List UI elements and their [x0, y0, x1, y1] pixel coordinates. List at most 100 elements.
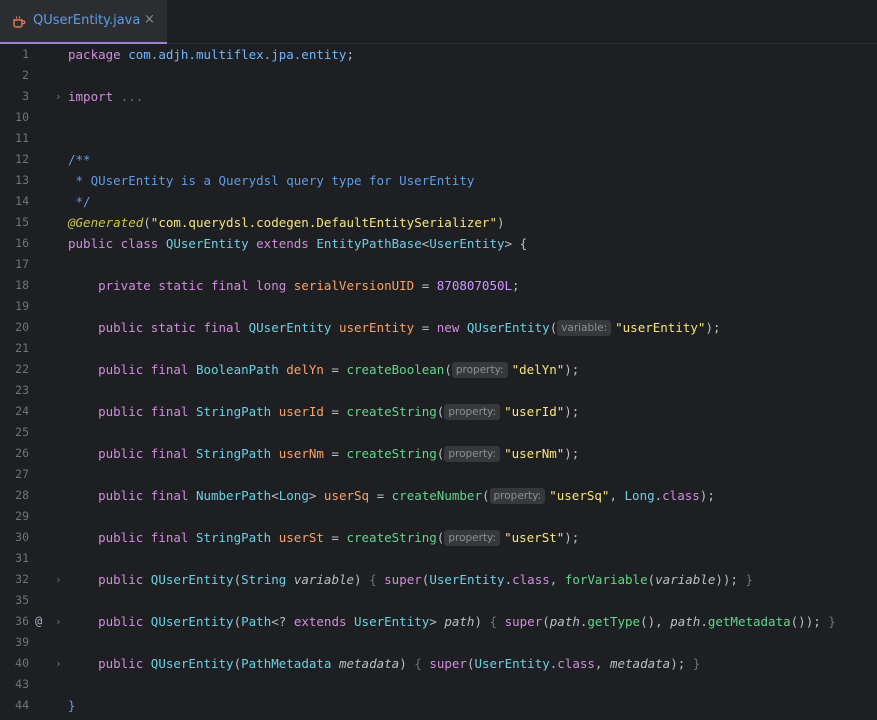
code-token: userSt	[278, 530, 324, 545]
close-icon[interactable]: ×	[144, 12, 155, 27]
code-line[interactable]: 12 /**	[0, 149, 877, 170]
code-line[interactable]: 11	[0, 128, 877, 149]
code-line[interactable]: 44}	[0, 695, 877, 716]
tab-quserentity-java[interactable]: QUserEntity.java ×	[0, 0, 167, 44]
code-line[interactable]: 10	[0, 107, 877, 128]
code-line[interactable]: 15 @Generated("com.querydsl.codegen.Defau…	[0, 212, 877, 233]
code-token: (),	[640, 614, 671, 629]
code-token: <	[271, 488, 279, 503]
code-line[interactable]: 24 public final StringPath userId = crea…	[0, 401, 877, 422]
code-text: }	[68, 695, 76, 716]
code-token: QUserEntity	[248, 320, 339, 335]
code-line[interactable]: 29	[0, 506, 877, 527]
fold-chevron-icon[interactable]: ›	[55, 569, 63, 590]
code-token: =	[369, 488, 392, 503]
code-line[interactable]: 16 public class QUserEntity extends Entit…	[0, 233, 877, 254]
code-line[interactable]: 17	[0, 254, 877, 275]
code-line[interactable]: 19	[0, 296, 877, 317]
code-token: ...	[120, 89, 144, 104]
code-token: com.adjh.multiflex.jpa.entity	[128, 47, 347, 62]
code-line[interactable]: 27	[0, 464, 877, 485]
code-token: extends	[256, 236, 317, 251]
parameter-hint: property:	[489, 488, 546, 504]
code-token: UserEntity	[354, 614, 430, 629]
code-token: public	[98, 614, 151, 629]
code-token: }	[737, 572, 754, 587]
editor-tab-bar: QUserEntity.java ×	[0, 0, 877, 44]
code-line[interactable]: 14 */	[0, 191, 877, 212]
code-line[interactable]: 25	[0, 422, 877, 443]
code-token: super	[504, 614, 543, 629]
code-token: "userEntity"	[615, 320, 706, 335]
parameter-hint: property:	[451, 362, 508, 378]
code-token: ());	[790, 614, 821, 629]
code-line[interactable]: 22 public final BooleanPath delYn = crea…	[0, 359, 877, 380]
fold-chevron-icon[interactable]: ›	[55, 653, 63, 674]
code-token: userEntity	[338, 320, 415, 335]
code-text: public final StringPath userNm = createS…	[68, 443, 579, 464]
code-token: =	[323, 362, 347, 377]
code-line[interactable]: 40 › public QUserEntity(PathMetadata meta…	[0, 653, 877, 674]
code-text: public QUserEntity(PathMetadata metadata…	[68, 653, 700, 674]
line-number: 29	[15, 509, 29, 523]
fold-chevron-icon[interactable]: ›	[55, 611, 63, 632]
code-line[interactable]: 30 public final StringPath userSt = crea…	[0, 527, 877, 548]
java-file-icon	[13, 16, 26, 28]
code-line[interactable]: 1 package com.adjh.multiflex.jpa.entity;	[0, 44, 877, 65]
code-line[interactable]: 32 › public QUserEntity(String variable) …	[0, 569, 877, 590]
parameter-hint: property:	[444, 530, 501, 546]
code-token: ,	[549, 572, 565, 587]
code-token: "com.querydsl.codegen.DefaultEntitySeria…	[150, 215, 497, 230]
code-line[interactable]: 20 public static final QUserEntity userE…	[0, 317, 877, 338]
code-token: =	[323, 404, 347, 419]
code-text: public final NumberPath<Long> userSq = c…	[68, 485, 715, 506]
code-text: /**	[68, 149, 91, 170]
code-token: QUserEntity	[165, 236, 257, 251]
code-text: package com.adjh.multiflex.jpa.entity;	[68, 44, 354, 65]
line-number: 10	[15, 110, 29, 124]
code-line[interactable]: 28 public final NumberPath<Long> userSq …	[0, 485, 877, 506]
code-token: (	[549, 320, 558, 335]
line-number: 2	[22, 68, 29, 82]
code-token: public final	[98, 530, 196, 545]
code-editor[interactable]: 1 package com.adjh.multiflex.jpa.entity; 2…	[0, 44, 877, 720]
override-annotation-icon[interactable]: @	[35, 611, 42, 632]
code-line[interactable]: 39	[0, 632, 877, 653]
line-number: 32	[15, 572, 29, 586]
code-token: Path	[241, 614, 272, 629]
parameter-hint: property:	[444, 404, 501, 420]
code-line[interactable]: 23	[0, 380, 877, 401]
code-line[interactable]: 21	[0, 338, 877, 359]
code-line[interactable]: 18 private static final long serialVersi…	[0, 275, 877, 296]
code-text: */	[68, 191, 91, 212]
code-token: "userId"	[504, 404, 565, 419]
code-token: .	[700, 614, 708, 629]
code-token: public	[98, 572, 151, 587]
parameter-hint: variable:	[557, 320, 612, 336]
line-number: 18	[15, 278, 29, 292]
code-token: super	[429, 656, 467, 671]
code-token: "delYn"	[511, 362, 565, 377]
code-line[interactable]: 13 * QUserEntity is a Querydsl query typ…	[0, 170, 877, 191]
code-line[interactable]: 35	[0, 590, 877, 611]
code-line[interactable]: 31	[0, 548, 877, 569]
code-token: userNm	[278, 446, 324, 461]
code-token: );	[564, 362, 580, 377]
code-token: (	[542, 614, 550, 629]
fold-chevron-icon[interactable]: ›	[55, 86, 63, 107]
code-line[interactable]: 3 › import ...	[0, 86, 877, 107]
code-token: StringPath	[195, 446, 279, 461]
code-line[interactable]: 43	[0, 674, 877, 695]
line-number: 12	[15, 152, 29, 166]
code-line[interactable]: 2	[0, 65, 877, 86]
code-token: ,	[609, 488, 625, 503]
code-token: StringPath	[195, 404, 279, 419]
code-line[interactable]: 36 @ › public QUserEntity(Path<? extends U…	[0, 611, 877, 632]
code-token: "userNm"	[504, 446, 565, 461]
code-token: {	[414, 656, 430, 671]
code-line[interactable]: 26 public final StringPath userNm = crea…	[0, 443, 877, 464]
